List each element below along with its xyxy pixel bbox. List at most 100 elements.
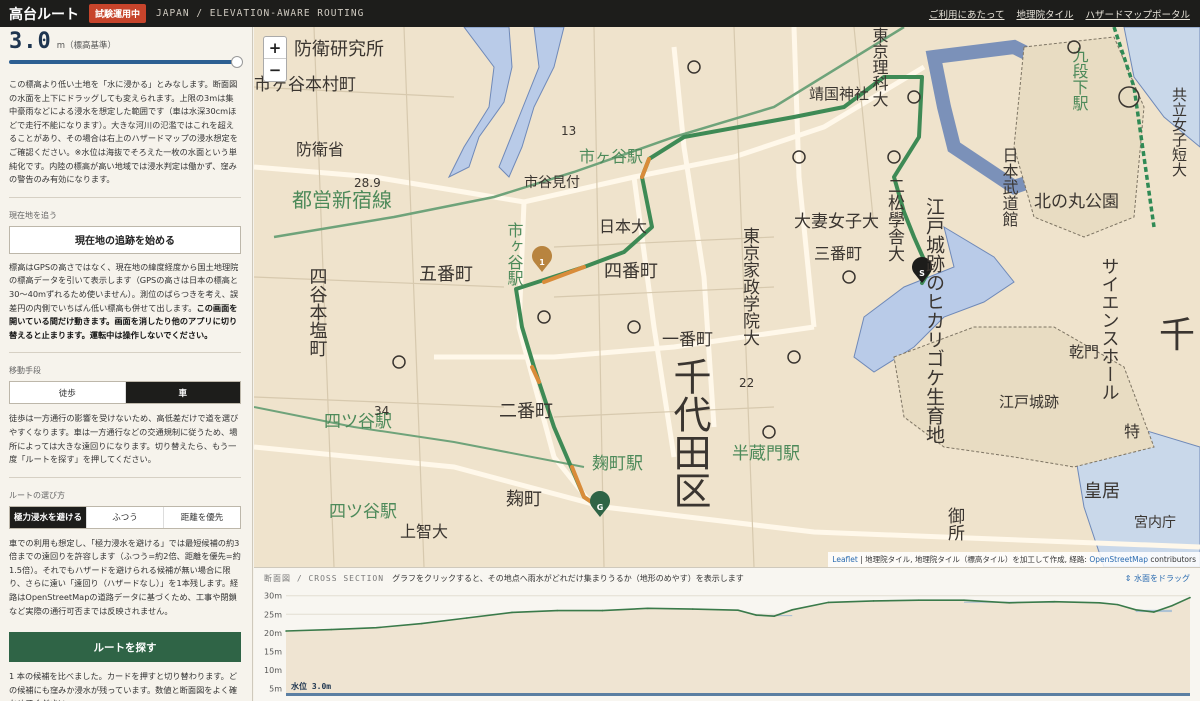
tracking-note: 標高はGPSの高さではなく、現在地の緯度経度から国土地理院の標高データを引いて表…: [9, 261, 241, 343]
zoom-control: + −: [263, 36, 287, 82]
divider: [9, 476, 241, 478]
water-level-slider[interactable]: [9, 56, 243, 68]
terrain-point: [791, 609, 794, 611]
map-view[interactable]: S G 1 防衛研究所 市ヶ谷本村町 防衛省 都営新宿線 市ヶ谷駅 市谷見付 日…: [254, 27, 1200, 567]
map-label: 四番町: [604, 261, 658, 282]
map-label: 市ヶ谷駅: [579, 147, 643, 166]
map-label: 日本武道館: [1000, 147, 1019, 227]
app-title: 高台ルート: [9, 6, 79, 23]
terrain-point: [601, 609, 604, 612]
map-label: 共立女子短大: [1170, 87, 1188, 177]
map-label: 靖国神社: [809, 85, 869, 103]
map-label: 特: [1124, 422, 1140, 441]
map-label: 江戸城跡: [999, 393, 1059, 411]
y-tick-label: 10m: [264, 666, 282, 675]
terrain-profile: [285, 596, 1191, 696]
route-distance-button[interactable]: 距離を優先: [163, 506, 240, 528]
map-label: 半蔵門駅: [732, 444, 800, 464]
terrain-point: [1116, 603, 1119, 606]
warning-marker[interactable]: 1: [532, 245, 552, 272]
minor-roads: [254, 27, 875, 567]
map-label: 北の丸公園: [1034, 192, 1119, 212]
y-tick-label: 30m: [264, 592, 282, 601]
map-label: 28.9: [354, 176, 381, 190]
terrain-point: [963, 599, 965, 601]
water-level-label: 水位 3.0m: [290, 681, 331, 691]
trial-badge: 試験運用中: [89, 4, 147, 23]
terrain-point: [755, 614, 757, 616]
map-label: 宮内庁: [1134, 515, 1176, 531]
terrain-point: [1098, 601, 1101, 604]
water-depth-readout: 3.0 m（標高基準）: [9, 29, 241, 54]
water-depth-unit: m（標高基準）: [56, 41, 117, 51]
map-label: 22: [739, 376, 754, 390]
y-tick-label: 25m: [264, 610, 282, 619]
mode-section-label: 移動手段: [9, 366, 41, 376]
leaflet-link[interactable]: Leaflet: [832, 555, 858, 564]
terrain-point: [918, 599, 920, 601]
terrain-point: [827, 601, 830, 604]
map-label: 三番町: [814, 244, 862, 263]
map-label: 上智大: [400, 522, 448, 541]
map-label: 四谷本塩町: [307, 267, 328, 357]
mode-note: 徒歩は一方通行の影響を受けないため、高低差だけで道を選びやすくなります。車は一方…: [9, 413, 239, 465]
terrain-point: [1153, 611, 1155, 613]
gsi-tiles-link[interactable]: 地理院タイル: [1016, 7, 1073, 21]
map-label: 皇居: [1084, 481, 1120, 502]
y-tick-label: 15m: [264, 647, 282, 656]
sidebar: 3.0 m（標高基準） この標高より低い土地を「水に浸かる」とみなします。断面図…: [0, 27, 253, 701]
terms-link[interactable]: ご利用にあたって: [929, 7, 1005, 21]
map-label: 御所: [944, 507, 965, 541]
map-label: 乾門: [1069, 343, 1099, 361]
attribution-tail: contributors: [1148, 555, 1196, 564]
start-tracking-button[interactable]: 現在地の追跡を始める: [9, 225, 241, 254]
terrain-point: [872, 600, 875, 602]
map-label: 市ヶ谷駅: [505, 222, 524, 286]
divider: [9, 196, 241, 198]
attribution-text: | 地理院タイル, 地理院タイル（標高タイル）を加工して作成, 経路:: [857, 555, 1090, 564]
terrain-point: [1134, 609, 1137, 611]
terrain-point: [556, 609, 558, 612]
app-subtitle: JAPAN / ELEVATION-AWARE ROUTING: [156, 8, 365, 19]
cross-section-title: 断面図 / CROSS SECTION: [264, 573, 385, 583]
terrain-point: [646, 607, 649, 610]
route-avoid-flood-button[interactable]: 極力浸水を避ける: [10, 506, 86, 528]
map-label: 五番町: [419, 264, 473, 285]
zoom-out-button[interactable]: −: [264, 59, 286, 81]
route-note: 車での利用も想定し、「極力浸水を避ける」では最短候補の約3倍までの遠回りを許容し…: [9, 537, 241, 616]
cross-section-chart[interactable]: 30m 25m 20m 15m 10m 5m 水位 3.0m: [254, 588, 1200, 701]
cross-section-panel: 断面図 / CROSS SECTION グラフをクリックすると、その地点へ雨水が…: [254, 567, 1200, 701]
water-band-edge: [286, 693, 1190, 696]
y-tick-label: 20m: [264, 629, 282, 638]
search-route-button[interactable]: ルートを探す: [9, 632, 241, 663]
map-label: 四ツ谷駅: [329, 502, 397, 522]
route-path: [514, 75, 931, 509]
map-label: 34: [374, 404, 389, 418]
mode-car-button[interactable]: 車: [124, 382, 240, 404]
map-label: 13: [561, 124, 576, 138]
map-label: 東京理科大: [870, 27, 889, 107]
map-label: 麹町: [506, 489, 542, 510]
slider-thumb[interactable]: [231, 56, 243, 68]
terrain-point: [330, 628, 332, 631]
terrain-point: [1008, 601, 1010, 604]
route-preference-toggle: 極力浸水を避ける ふつう 距離を優先: [9, 505, 241, 529]
drag-water-hint[interactable]: ⇕ 水面をドラッグ: [1125, 573, 1190, 584]
map-canvas[interactable]: S G 1 防衛研究所 市ヶ谷本村町 防衛省 都営新宿線 市ヶ谷駅 市谷見付 日…: [254, 27, 1200, 567]
hazard-map-link[interactable]: ハザードマップポータル: [1085, 7, 1190, 21]
terrain-point: [466, 617, 468, 619]
map-label: 都営新宿線: [292, 188, 392, 212]
map-label: 二松學舎大: [884, 177, 905, 262]
terrain-point: [692, 608, 694, 610]
osm-link[interactable]: OpenStreetMap: [1089, 555, 1148, 564]
map-label: 防衛省: [296, 140, 344, 159]
mode-walk-button[interactable]: 徒歩: [10, 382, 125, 403]
goal-marker[interactable]: G: [590, 491, 610, 517]
terrain-point: [1189, 596, 1191, 599]
map-label: 防衛研究所: [294, 39, 384, 60]
map-attribution: Leaflet | 地理院タイル, 地理院タイル（標高タイル）を加工して作成, …: [828, 552, 1200, 567]
zoom-in-button[interactable]: +: [264, 37, 286, 59]
route-normal-button[interactable]: ふつう: [86, 506, 163, 528]
header-links: ご利用にあたって 地理院タイル ハザードマップポータル: [929, 7, 1190, 21]
terrain-point: [285, 630, 287, 632]
